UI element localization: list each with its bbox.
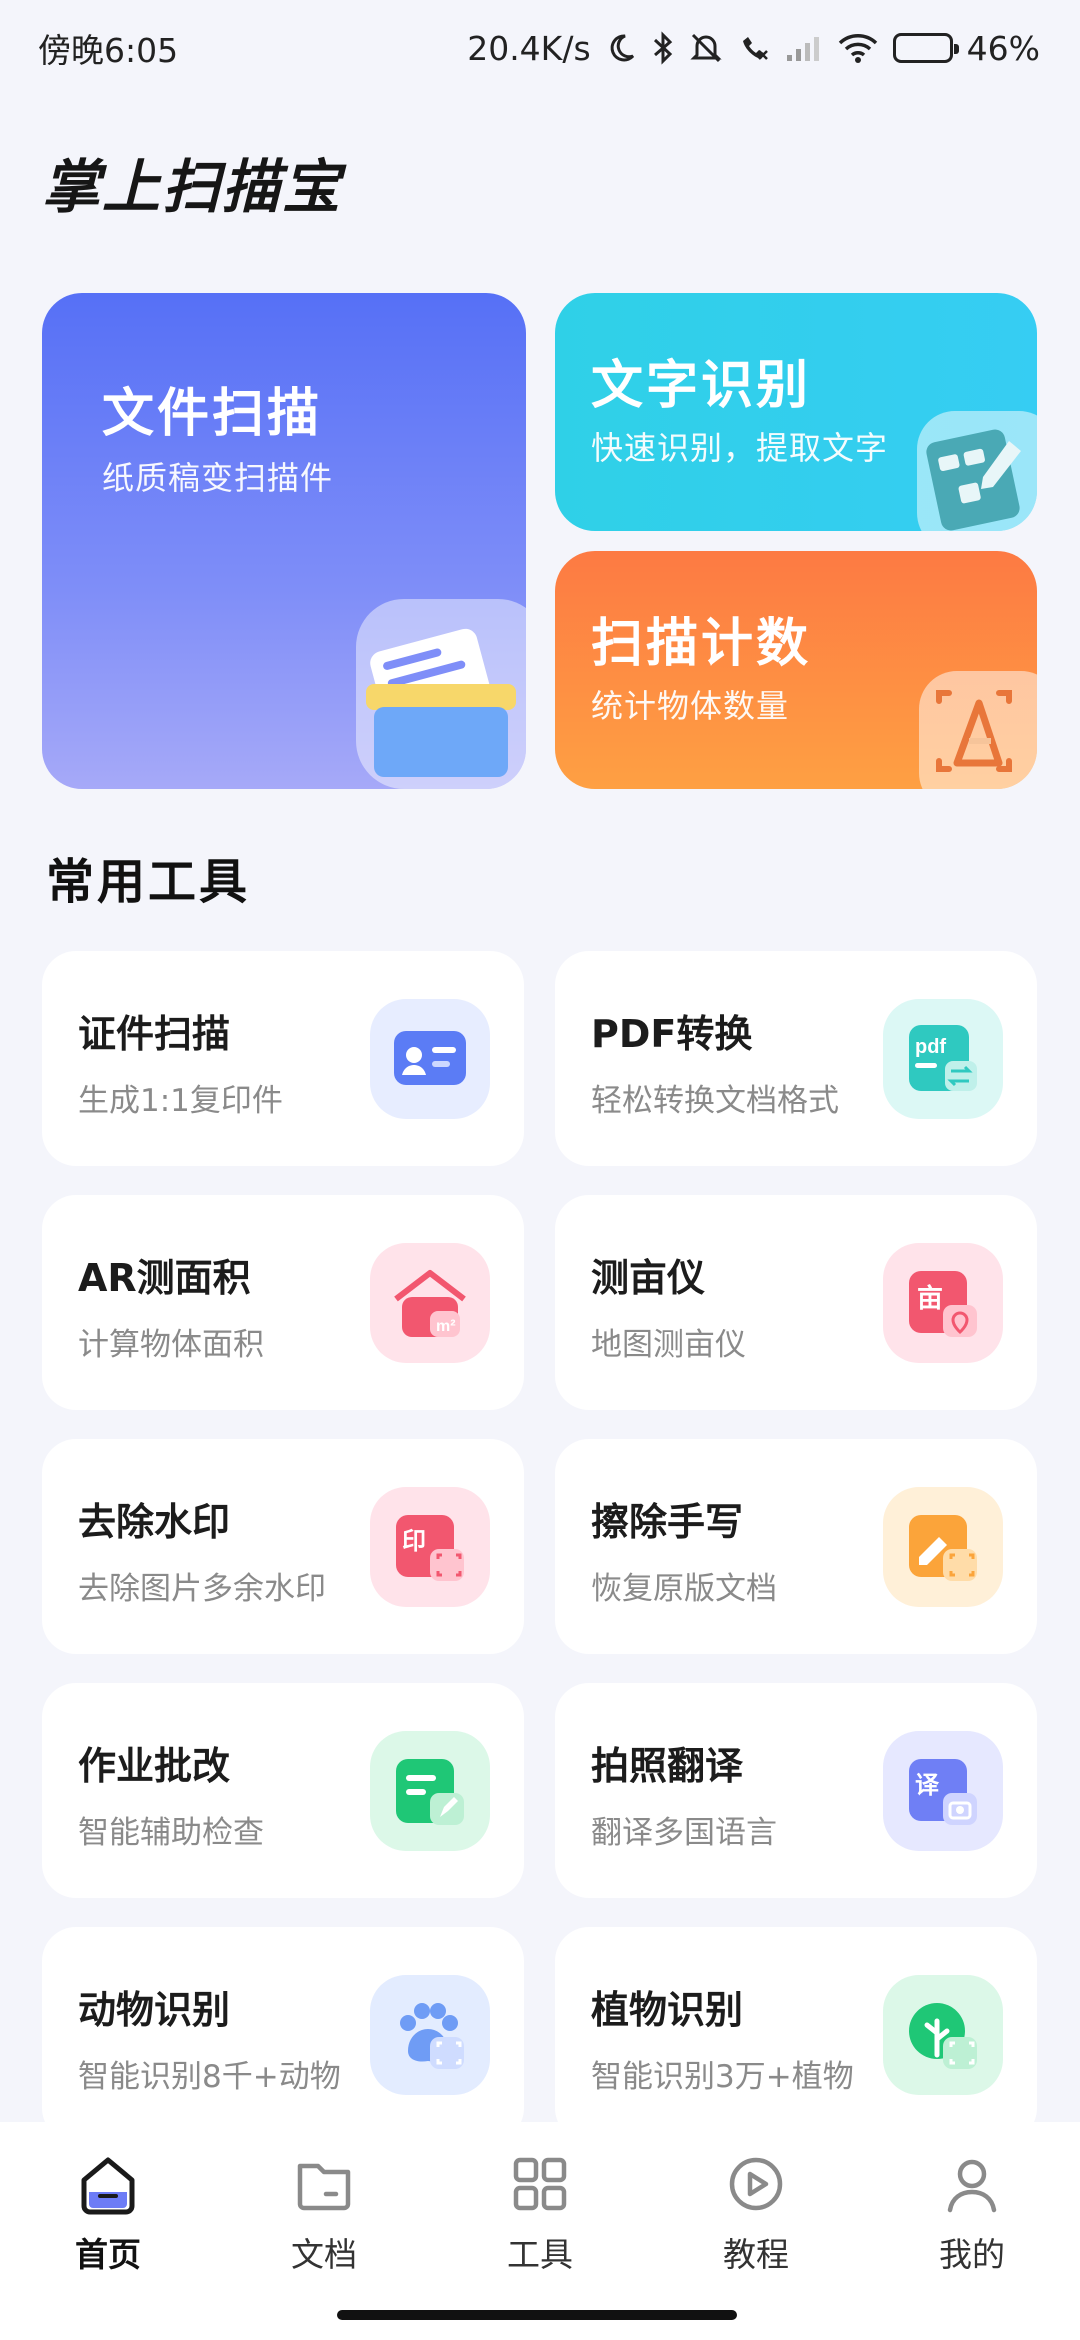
- translate-icon: 译: [883, 1731, 1003, 1851]
- tool-subtitle: 地图测亩仪: [591, 1327, 746, 1363]
- tool-title: 测亩仪: [591, 1256, 706, 1300]
- nav-documents[interactable]: 文档: [254, 2152, 394, 2276]
- tool-card-photo-translate[interactable]: 拍照翻译 翻译多国语言 译: [555, 1683, 1037, 1898]
- id-card-icon: [370, 999, 490, 1119]
- hero-card-document-scan[interactable]: 文件扫描 纸质稿变扫描件: [42, 293, 526, 789]
- tool-card-remove-watermark[interactable]: 去除水印 去除图片多余水印 印: [42, 1439, 524, 1654]
- signal-icon: [785, 33, 823, 63]
- grid-icon: [513, 2157, 567, 2211]
- battery-percent: 46%: [966, 28, 1040, 68]
- tool-card-plant-recognition[interactable]: 植物识别 智能识别3万+植物: [555, 1927, 1037, 2142]
- hero-subtitle: 统计物体数量: [591, 687, 790, 725]
- homework-icon: [370, 1731, 490, 1851]
- app-title: 掌上扫描宝: [42, 153, 343, 221]
- tool-title: 作业批改: [78, 1744, 231, 1788]
- tool-card-homework-check[interactable]: 作业批改 智能辅助检查: [42, 1683, 524, 1898]
- nav-label: 教程: [723, 2235, 789, 2274]
- status-time: 傍晚6:05: [38, 31, 179, 70]
- text-recognition-icon: [917, 411, 1037, 531]
- hero-card-text-recognition[interactable]: 文字识别 快速识别，提取文字: [555, 293, 1037, 531]
- moon-icon: [605, 32, 637, 64]
- home-icon: [81, 2157, 135, 2215]
- call-icon: [737, 31, 771, 65]
- erase-handwriting-icon: [883, 1487, 1003, 1607]
- pdf-icon: pdf: [883, 999, 1003, 1119]
- bottom-nav: 首页 文档 工具 教程 我的: [0, 2122, 1080, 2340]
- tool-card-mu-meter[interactable]: 测亩仪 地图测亩仪 亩: [555, 1195, 1037, 1410]
- status-icons: 20.4K/s 46%: [467, 29, 1040, 68]
- tool-title: 拍照翻译: [591, 1744, 744, 1788]
- tool-subtitle: 轻松转换文档格式: [591, 1083, 839, 1119]
- area-icon-text: m²: [436, 1318, 456, 1335]
- tool-card-pdf-convert[interactable]: PDF转换 轻松转换文档格式 pdf: [555, 951, 1037, 1166]
- hero-subtitle: 纸质稿变扫描件: [102, 459, 334, 497]
- tool-subtitle: 智能识别3万+植物: [591, 2059, 854, 2095]
- status-bar: 傍晚6:05 20.4K/s 46%: [0, 0, 1080, 96]
- hero-title: 文件扫描: [102, 384, 323, 444]
- nav-tools[interactable]: 工具: [470, 2152, 610, 2276]
- area-icon: m²: [370, 1243, 490, 1363]
- nav-label: 我的: [939, 2235, 1005, 2274]
- tool-subtitle: 去除图片多余水印: [78, 1571, 326, 1607]
- tool-subtitle: 智能识别8千+动物: [78, 2059, 341, 2095]
- plant-icon: [883, 1975, 1003, 2095]
- tool-title: 动物识别: [78, 1988, 231, 2032]
- folder-icon: [297, 2163, 351, 2211]
- tool-title: 擦除手写: [591, 1500, 744, 1544]
- wifi-icon: [837, 32, 879, 64]
- tool-title: 去除水印: [78, 1500, 231, 1544]
- section-title-common-tools: 常用工具: [46, 854, 251, 910]
- tool-card-erase-handwriting[interactable]: 擦除手写 恢复原版文档: [555, 1439, 1037, 1654]
- hero-subtitle: 快速识别，提取文字: [591, 429, 889, 467]
- tool-subtitle: 翻译多国语言: [591, 1815, 777, 1851]
- user-icon: [947, 2159, 997, 2213]
- paw-icon: [370, 1975, 490, 2095]
- hero-card-scan-count[interactable]: 扫描计数 统计物体数量: [555, 551, 1037, 789]
- tool-subtitle: 智能辅助检查: [78, 1815, 264, 1851]
- nav-home[interactable]: 首页: [38, 2152, 178, 2276]
- bluetooth-icon: [651, 31, 675, 65]
- tool-card-id-scan[interactable]: 证件扫描 生成1:1复印件: [42, 951, 524, 1166]
- mu-icon-text: 亩: [917, 1283, 943, 1314]
- nav-tutorials[interactable]: 教程: [686, 2152, 826, 2276]
- hero-title: 扫描计数: [591, 614, 812, 674]
- tool-title: 植物识别: [591, 1988, 744, 2032]
- pdf-icon-text: pdf: [915, 1036, 946, 1058]
- nav-label: 文档: [291, 2235, 357, 2274]
- battery-icon: [892, 33, 959, 63]
- mu-map-icon: 亩: [883, 1243, 1003, 1363]
- play-icon: [729, 2157, 783, 2211]
- tool-title: AR测面积: [78, 1256, 251, 1300]
- nav-profile[interactable]: 我的: [902, 2152, 1042, 2276]
- scanner-icon: [356, 599, 526, 789]
- tool-subtitle: 恢复原版文档: [591, 1571, 777, 1607]
- tool-card-ar-area[interactable]: AR测面积 计算物体面积 m²: [42, 1195, 524, 1410]
- tool-title: 证件扫描: [78, 1012, 231, 1056]
- net-speed: 20.4K/s: [467, 28, 591, 68]
- tool-subtitle: 生成1:1复印件: [78, 1083, 283, 1119]
- count-icon: [919, 671, 1037, 789]
- tool-subtitle: 计算物体面积: [78, 1327, 264, 1363]
- hero-title: 文字识别: [591, 356, 812, 416]
- tool-title: PDF转换: [591, 1012, 753, 1056]
- nav-label: 工具: [507, 2235, 573, 2274]
- tool-card-animal-recognition[interactable]: 动物识别 智能识别8千+动物: [42, 1927, 524, 2142]
- watermark-icon-text: 印: [402, 1527, 426, 1555]
- home-indicator: [337, 2310, 737, 2320]
- nav-label: 首页: [75, 2235, 141, 2274]
- translate-icon-text: 译: [915, 1771, 940, 1799]
- watermark-icon: 印: [370, 1487, 490, 1607]
- mute-bell-icon: [689, 31, 723, 65]
